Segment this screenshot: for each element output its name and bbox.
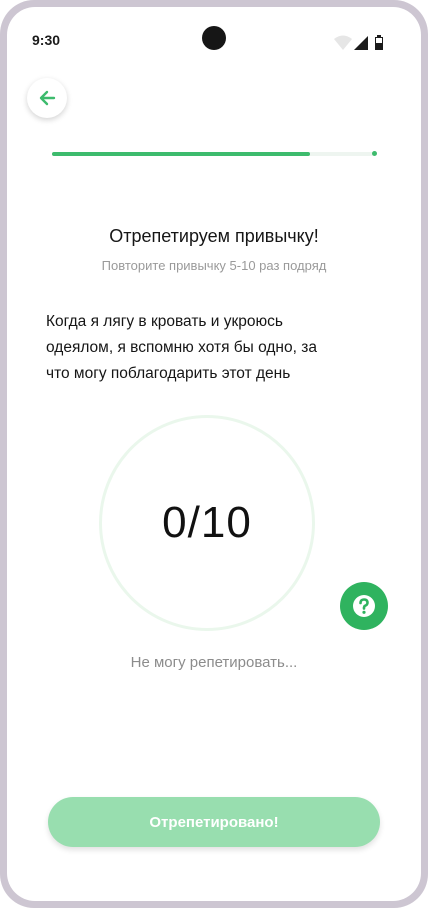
help-button[interactable] (340, 582, 388, 630)
progress-end-dot (372, 151, 377, 156)
habit-line: что могу поблагодарить этот день (46, 365, 291, 382)
camera-cutout (202, 26, 226, 50)
battery-icon (375, 35, 383, 50)
page-subtitle: Повторите привычку 5-10 раз подряд (101, 258, 327, 273)
progress-fill (52, 152, 311, 156)
habit-line: Когда я лягу в кровать и укроюсь (46, 313, 283, 330)
counter-value: 0/10 (162, 498, 252, 547)
arrow-left-icon (39, 90, 56, 106)
question-icon (353, 595, 375, 617)
habit-text: Когда я лягу в кровать и укроюсь одеялом… (46, 309, 346, 387)
signal-icon (354, 36, 368, 50)
back-button[interactable] (27, 78, 67, 118)
page-title: Отрепетируем привычку! (109, 226, 319, 246)
cant-rehearse-link[interactable]: Не могу репетировать... (7, 654, 421, 671)
repetition-counter[interactable]: 0/10 (99, 415, 315, 631)
progress-bar (52, 151, 377, 156)
habit-line: одеялом, я вспомню хотя бы одно, за (46, 339, 317, 356)
device-frame: 9:30 Отрепетируем привычку! Повторите пр… (0, 0, 428, 908)
wifi-icon (334, 35, 352, 50)
rehearsed-button[interactable]: Отрепетировано! (48, 797, 380, 847)
screen: 9:30 Отрепетируем привычку! Повторите пр… (7, 7, 421, 901)
status-icons (334, 35, 383, 50)
status-time: 9:30 (32, 32, 61, 48)
